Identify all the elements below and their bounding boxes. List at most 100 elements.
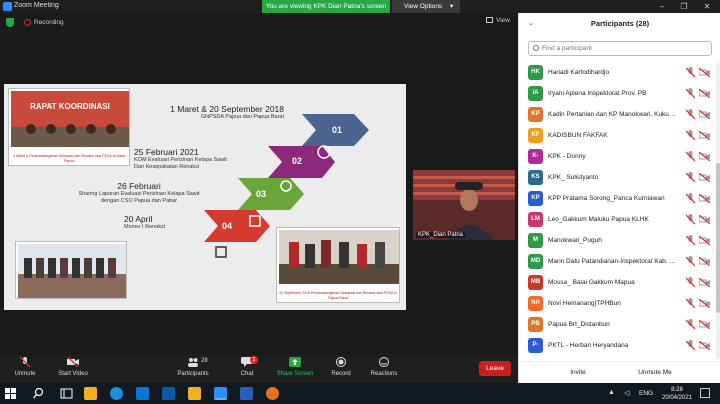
slide-photo-top-left: RAPAT KOORDINASI 1 Maret & Penandatangan… xyxy=(8,88,130,166)
video-camera-off-icon xyxy=(699,131,710,140)
meeting-area: Recording View RAPAT KOORDINASI 1 Maret … xyxy=(0,13,518,355)
participant-name: Manokwari_Puguh xyxy=(548,237,602,244)
windows-start-icon[interactable] xyxy=(4,387,17,400)
folder-icon[interactable] xyxy=(188,387,201,400)
step-desc: dengan CSO Papua dan Pabar xyxy=(100,198,178,204)
microphone-muted-icon xyxy=(686,67,695,78)
participant-name: Hariadi Kartodihardjo xyxy=(548,69,610,76)
video-camera-off-icon xyxy=(699,299,710,308)
windows-taskbar: ▲ ◁ ENG 8:28 20/04/2021 xyxy=(0,383,720,404)
step-01-text: 1 Maret & 20 September 2018 GNPSDA Papua… xyxy=(144,104,284,121)
participant-avatar: PB xyxy=(528,317,543,332)
chat-button[interactable]: Chat 1 xyxy=(222,356,272,377)
recording-label: Recording xyxy=(34,19,64,26)
input-language[interactable]: ENG xyxy=(639,390,653,397)
step-desc: Dan Kesepakatan Renaksi xyxy=(134,164,200,170)
participant-row[interactable]: PB Papua Brt_Distanbun xyxy=(519,315,715,336)
participant-row[interactable]: LM Leo_Gakkum Maluku Papua KLHK xyxy=(519,210,715,231)
participant-row[interactable]: P- PKTL - Herban Heryandana xyxy=(519,336,715,357)
view-options-label: View Options xyxy=(404,3,443,10)
step-date: 1 Maret & 20 September 2018 xyxy=(170,104,284,114)
step-04-text: 20 April Monev I Renaksi xyxy=(124,214,184,231)
unmute-button[interactable]: Unmute xyxy=(0,357,50,377)
invite-button[interactable]: Invite xyxy=(565,367,591,379)
participant-row[interactable]: MD Marin Datu Patandianan-Inspektorat Kab… xyxy=(519,252,715,273)
participant-avatar: MD xyxy=(528,254,543,269)
step-04-number: 04 xyxy=(222,221,233,231)
participants-scrollbar[interactable] xyxy=(716,63,720,359)
video-feed-image xyxy=(413,170,515,240)
unmute-label: Unmute xyxy=(14,371,36,377)
participant-row[interactable]: KS KPK_ Sulistyanto xyxy=(519,168,715,189)
viewing-screen-banner: You are viewing KPK Dian Patria's screen xyxy=(262,0,390,13)
microphone-muted-icon xyxy=(686,319,695,330)
edge-icon[interactable] xyxy=(136,387,149,400)
task-view-icon[interactable] xyxy=(60,387,73,400)
microphone-muted-icon xyxy=(686,277,695,288)
search-icon[interactable] xyxy=(32,387,45,400)
record-label: Record xyxy=(331,371,351,377)
participant-row[interactable]: IA Iryani Aplena Inspektorat Prov. PB xyxy=(519,84,715,105)
firefox-icon[interactable] xyxy=(266,387,279,400)
file-explorer-icon[interactable] xyxy=(84,387,97,400)
participant-row[interactable]: KF KADISBUN FAKFAK xyxy=(519,126,715,147)
microphone-muted-icon xyxy=(686,193,695,204)
share-screen-button[interactable]: Share Screen xyxy=(270,357,320,377)
video-camera-off-icon xyxy=(699,278,710,287)
participant-name: KPP Pratama Sorong_Panca Kurniawan xyxy=(548,195,665,202)
outlook-icon[interactable] xyxy=(162,387,175,400)
step-desc: Sharing Laporan Evaluasi Perizinan Kelap… xyxy=(78,191,200,197)
video-camera-off-icon xyxy=(699,152,710,161)
video-camera-off-icon xyxy=(699,194,710,203)
participant-row[interactable]: NH Novi Hemanang|TPHBun xyxy=(519,294,715,315)
participant-row[interactable]: KP KPP Pratama Sorong_Panca Kurniawan xyxy=(519,189,715,210)
meeting-photo-image: RAPAT KOORDINASI xyxy=(11,91,129,147)
record-dot-icon xyxy=(24,19,31,26)
speaker-icon[interactable]: ◁ xyxy=(624,389,629,397)
microphone-muted-icon xyxy=(686,109,695,120)
minimize-icon[interactable]: – xyxy=(656,1,668,12)
internet-explorer-icon[interactable] xyxy=(110,387,123,400)
shield-icon[interactable] xyxy=(6,18,14,27)
view-button[interactable]: View xyxy=(486,17,510,24)
participant-avatar: M xyxy=(528,233,543,248)
microphone-muted-icon xyxy=(686,88,695,99)
step-date: 20 April xyxy=(124,214,153,224)
participant-row[interactable]: HK Hariadi Kartodihardjo xyxy=(519,63,715,84)
clock-date: 20/04/2021 xyxy=(661,395,693,401)
participant-video-tile[interactable]: KPK_Dian Patria xyxy=(413,170,515,240)
leave-button[interactable]: Leave xyxy=(479,361,511,376)
view-options-button[interactable]: View Options ▾ xyxy=(392,0,460,13)
participant-avatar: LM xyxy=(528,212,543,227)
participants-list: HK Hariadi Kartodihardjo IA Iryani Aplena I… xyxy=(519,63,715,359)
participants-panel: ⌄ Participants (28) HK Hariadi Kartodihar… xyxy=(518,13,720,383)
participant-row[interactable]: MB Mossa_ Balai Gakkum Mapua xyxy=(519,273,715,294)
participant-row[interactable]: K- KPK - Donny xyxy=(519,147,715,168)
word-icon[interactable] xyxy=(240,387,253,400)
participant-row[interactable]: M Manokwari_Puguh xyxy=(519,231,715,252)
participant-search-input[interactable] xyxy=(528,41,712,56)
zoom-app-icon xyxy=(3,2,12,11)
microphone-muted-icon xyxy=(686,172,695,183)
zoom-taskbar-icon[interactable] xyxy=(214,387,227,400)
participants-count: 28 xyxy=(201,358,208,364)
maximize-icon[interactable]: ❐ xyxy=(678,1,690,12)
close-icon[interactable]: ✕ xyxy=(701,1,713,12)
system-clock[interactable]: 8:28 20/04/2021 xyxy=(660,386,694,402)
network-icon[interactable]: ▲ xyxy=(608,389,615,396)
reactions-button[interactable]: Reactions xyxy=(359,357,409,377)
unmute-me-button[interactable]: Unmute Me xyxy=(635,367,675,379)
start-video-button[interactable]: Start Video xyxy=(48,357,98,377)
participants-button[interactable]: Participants 28 xyxy=(168,357,218,377)
share-screen-label: Share Screen xyxy=(276,371,314,377)
participant-row[interactable]: KP Kadin Pertanian dan KP Manokwari. Kuku… xyxy=(519,105,715,126)
notifications-icon[interactable] xyxy=(700,388,710,398)
participants-label: Participants xyxy=(177,371,209,377)
photo-caption: 1 Maret & Penandatanganan Deklarasi dan … xyxy=(13,154,125,163)
step-02-number: 02 xyxy=(292,156,303,166)
participant-avatar: P- xyxy=(528,338,543,353)
participant-name: Novi Hemanang|TPHBun xyxy=(548,300,621,307)
photo-banner-title: RAPAT KOORDINASI xyxy=(30,102,110,111)
scrollbar-thumb[interactable] xyxy=(716,163,720,313)
microphone-muted-icon xyxy=(19,357,31,367)
